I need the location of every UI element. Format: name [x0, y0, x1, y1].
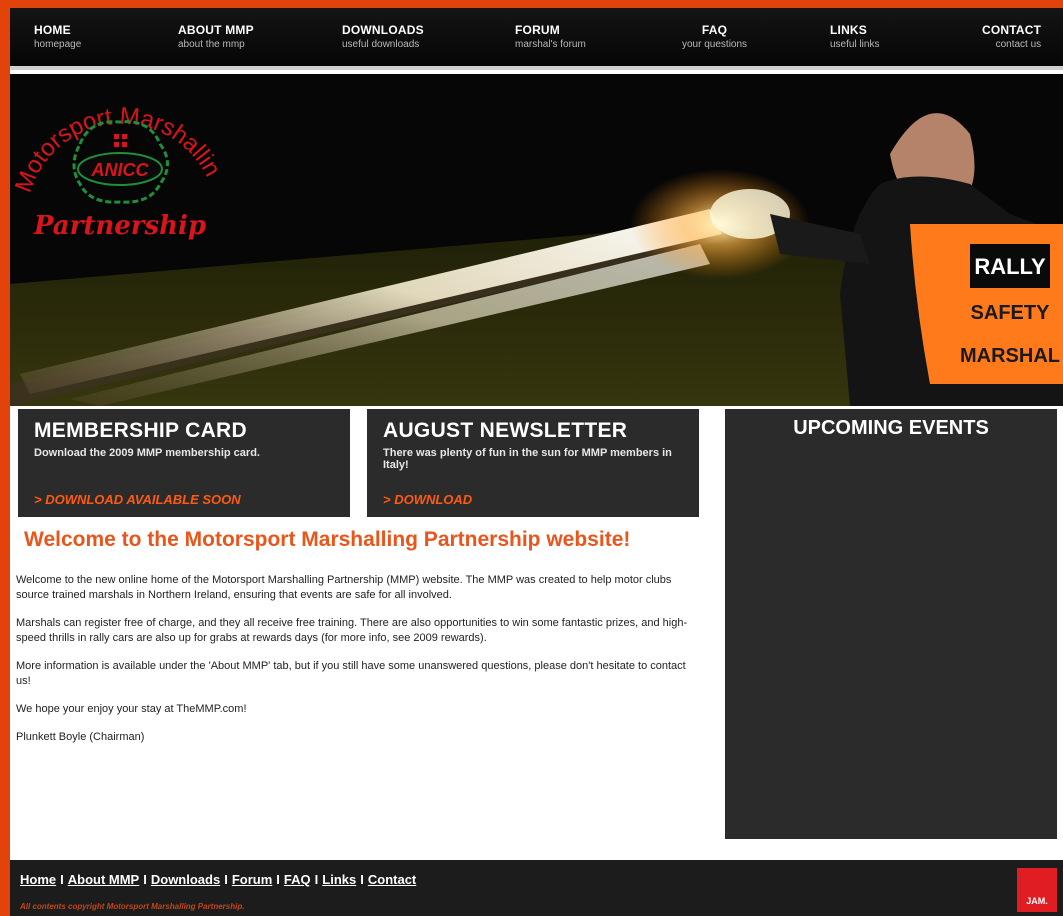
mmp-logo[interactable]: Motorsport Marshalling ANICC Partnership [10, 74, 230, 264]
welcome-heading: Welcome to the Motorsport Marshalling Pa… [24, 528, 631, 551]
hero-banner: RALLY SAFETY MARSHAL Motorsport Marshall… [10, 74, 1063, 406]
nav-forum-title: FORUM [515, 23, 560, 37]
vest-marshal-label: MARSHAL [960, 345, 1060, 367]
footer-separator: I [276, 872, 280, 887]
top-navigation: HOME homepage ABOUT MMP about the mmp DO… [10, 8, 1063, 70]
footer-link-faq[interactable]: FAQ [284, 872, 311, 887]
footer-link-downloads[interactable]: Downloads [151, 872, 220, 887]
footer-link-contact[interactable]: Contact [368, 872, 416, 887]
nav-contact-sub: contact us [995, 39, 1042, 50]
jam-badge-logo[interactable]: JAM. [1017, 868, 1057, 912]
logo-script-text: Partnership [33, 211, 206, 241]
nav-faq[interactable]: FAQ your questions [682, 23, 747, 50]
footer-separator: I [224, 872, 228, 887]
welcome-paragraph: Marshals can register free of charge, an… [16, 617, 688, 644]
footer: Home I About MMP I Downloads I Forum I FAQ I Links… [10, 860, 1063, 916]
vest-rally-label: RALLY [974, 254, 1046, 279]
nav-faq-title: FAQ [701, 23, 728, 37]
welcome-paragraph: We hope your enjoy your stay at TheMMP.c… [16, 703, 247, 715]
footer-separator: I [143, 872, 147, 887]
newsletter-text: There was plenty of fun in the sun for M… [383, 447, 672, 471]
upcoming-events-title: UPCOMING EVENTS [793, 417, 989, 439]
nav-downloads-sub: useful downloads [342, 39, 420, 50]
nav-downloads[interactable]: DOWNLOADS useful downloads [342, 23, 424, 50]
welcome-paragraph: More information is available under the … [16, 660, 686, 687]
footer-link-forum[interactable]: Forum [232, 872, 272, 887]
upcoming-events-panel: UPCOMING EVENTS [725, 409, 1057, 839]
nav-links[interactable]: LINKS useful links [830, 23, 879, 50]
membership-card-title: MEMBERSHIP CARD [34, 419, 247, 442]
footer-links: Home I About MMP I Downloads I Forum I FAQ I Links… [20, 872, 416, 887]
welcome-body: Welcome to the new online home of the Mo… [16, 573, 696, 758]
copyright-text: All contents copyright Motorsport Marsha… [20, 902, 245, 911]
nav-home[interactable]: HOME homepage [34, 23, 81, 50]
footer-link-about[interactable]: About MMP [68, 872, 139, 887]
membership-card-panel: MEMBERSHIP CARD Download the 2009 MMP me… [18, 409, 350, 517]
membership-card-text: Download the 2009 MMP membership card. [34, 447, 260, 459]
footer-link-links[interactable]: Links [322, 872, 356, 887]
nav-contact[interactable]: CONTACT contact us [982, 23, 1041, 50]
jam-badge-text: JAM. [1026, 896, 1048, 906]
membership-download-link[interactable]: > DOWNLOAD AVAILABLE SOON [34, 492, 241, 507]
newsletter-download-link[interactable]: > DOWNLOAD [383, 492, 472, 507]
newsletter-title: AUGUST NEWSLETTER [383, 419, 628, 442]
nav-forum-sub: marshal's forum [515, 39, 586, 50]
footer-separator: I [360, 872, 364, 887]
welcome-paragraph: Welcome to the new online home of the Mo… [16, 574, 672, 601]
nav-home-title: HOME [34, 23, 71, 37]
nav-home-sub: homepage [34, 39, 82, 50]
nav-links-title: LINKS [830, 23, 867, 37]
nav-contact-title: CONTACT [982, 23, 1042, 37]
footer-separator: I [60, 872, 64, 887]
nav-about-title: ABOUT MMP [178, 23, 254, 37]
nav-links-sub: useful links [830, 39, 880, 50]
newsletter-panel: AUGUST NEWSLETTER There was plenty of fu… [367, 409, 699, 517]
nav-downloads-title: DOWNLOADS [342, 23, 424, 37]
nav-forum[interactable]: FORUM marshal's forum [515, 23, 586, 50]
page-frame: HOME homepage ABOUT MMP about the mmp DO… [10, 8, 1063, 916]
logo-center-text: ANICC [91, 160, 150, 180]
nav-faq-sub: your questions [682, 39, 748, 50]
footer-link-home[interactable]: Home [20, 872, 56, 887]
chairman-signature: Plunkett Boyle (Chairman) [16, 731, 145, 743]
nav-about[interactable]: ABOUT MMP about the mmp [178, 23, 254, 50]
vest-safety-label: SAFETY [971, 302, 1051, 324]
nav-about-sub: about the mmp [178, 39, 245, 50]
footer-separator: I [314, 872, 319, 887]
